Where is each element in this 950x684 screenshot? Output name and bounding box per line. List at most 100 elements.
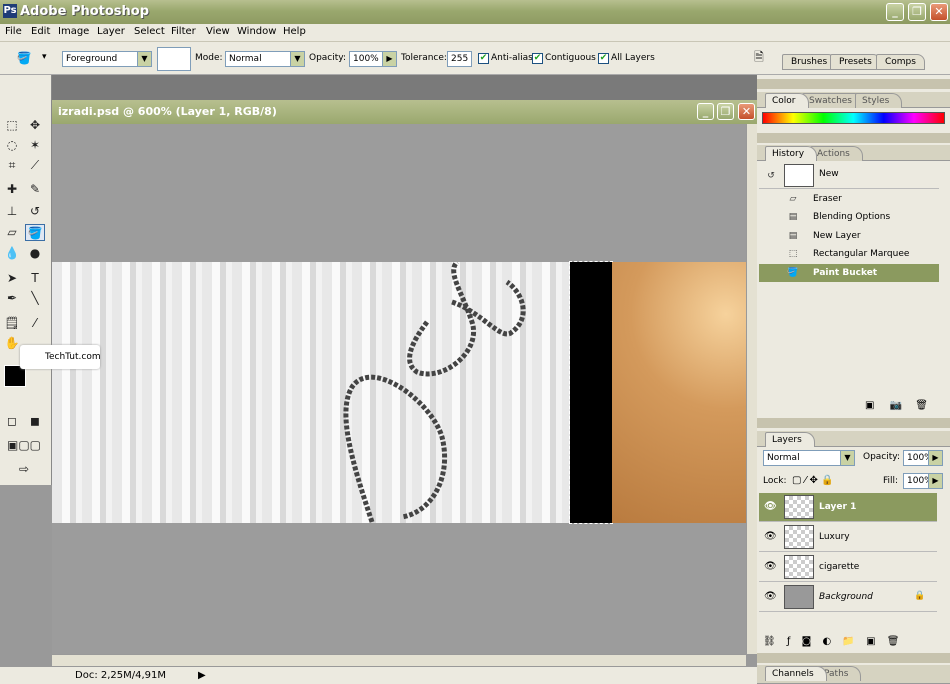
menu-view[interactable]: View	[206, 26, 230, 37]
layer-row-luxury[interactable]: 👁 Luxury	[759, 523, 937, 552]
layer-row-layer-1[interactable]: 👁 Layer 1	[759, 493, 937, 522]
menu-window[interactable]: Window	[237, 26, 276, 37]
horizontal-scrollbar[interactable]	[52, 654, 746, 666]
eyedropper-icon[interactable]: ⁄	[25, 315, 45, 332]
visibility-eye-icon[interactable]: 👁	[764, 591, 777, 602]
layers-panel-grip[interactable]	[757, 418, 950, 428]
history-panel-grip[interactable]	[757, 133, 950, 143]
palette-well-icon[interactable]: 🗎	[749, 49, 769, 66]
preset-dropdown-arrow-icon[interactable]: ▾	[42, 52, 47, 62]
tab-comps[interactable]: Comps	[876, 54, 925, 70]
quick-mask-icon[interactable]: ◼	[25, 413, 45, 430]
marquee-tool-icon[interactable]: ⬚	[2, 117, 22, 134]
new-layer-icon[interactable]: ▣	[866, 636, 875, 647]
status-menu-arrow-icon[interactable]: ▶	[198, 670, 206, 681]
menu-filter[interactable]: Filter	[171, 26, 196, 37]
healing-brush-icon[interactable]: ✚	[2, 181, 22, 198]
adjustment-layer-icon[interactable]: ◐	[823, 636, 832, 647]
color-panel-grip[interactable]	[757, 79, 950, 89]
type-tool-icon[interactable]: T	[25, 270, 45, 287]
layer-style-icon[interactable]: ƒ	[787, 636, 791, 647]
doc-minimize-button[interactable]: _	[697, 103, 714, 120]
new-snapshot-icon[interactable]: 📷	[890, 400, 902, 411]
fill-input[interactable]: 100% ▶	[903, 473, 943, 489]
clone-stamp-icon[interactable]: ⊥	[2, 203, 22, 220]
antialias-checkbox[interactable]: ✔	[478, 53, 489, 64]
screen-mode-icon[interactable]: ▣▢▢	[2, 437, 46, 454]
magic-wand-icon[interactable]: ✶	[25, 137, 45, 154]
link-layers-icon[interactable]: ⛓	[763, 636, 776, 647]
visibility-eye-icon[interactable]: 👁	[764, 561, 777, 572]
brush-tool-icon[interactable]: ✎	[25, 181, 45, 198]
color-ramp[interactable]	[762, 112, 945, 124]
notes-tool-icon[interactable]: 🗒	[2, 315, 22, 332]
menu-image[interactable]: Image	[58, 26, 89, 37]
jump-to-imageready-icon[interactable]: ⇨	[2, 461, 46, 478]
hand-tool-icon[interactable]: ✋	[2, 335, 22, 352]
chevron-down-icon: ▼	[290, 52, 304, 66]
menu-help[interactable]: Help	[283, 26, 306, 37]
vertical-scrollbar[interactable]	[746, 124, 757, 654]
paint-bucket-tool-icon[interactable]: 🪣	[25, 224, 45, 241]
menu-edit[interactable]: Edit	[31, 26, 50, 37]
tab-history[interactable]: History	[765, 146, 818, 161]
new-group-icon[interactable]: 📁	[842, 636, 854, 647]
move-tool-icon[interactable]: ✥	[25, 117, 45, 134]
doc-close-button[interactable]: ✕	[738, 103, 755, 120]
tab-styles[interactable]: Styles	[855, 93, 903, 108]
contiguous-checkbox[interactable]: ✔	[532, 53, 543, 64]
history-snapshot-row[interactable]: ↺ New	[759, 163, 939, 189]
menu-file[interactable]: File	[5, 26, 22, 37]
menu-select[interactable]: Select	[134, 26, 165, 37]
history-item-paint-bucket[interactable]: 🪣 Paint Bucket	[759, 264, 939, 282]
tolerance-input[interactable]: 255	[447, 51, 472, 67]
dodge-tool-icon[interactable]: ●	[25, 245, 45, 262]
blur-tool-icon[interactable]: 💧	[2, 245, 22, 262]
new-document-from-state-icon[interactable]: ▣	[865, 400, 874, 411]
channels-panel-grip[interactable]	[757, 653, 950, 663]
close-button[interactable]: ✕	[930, 3, 948, 21]
lock-options-icon[interactable]: ▢ ⁄ ✥ 🔒	[792, 475, 833, 486]
layer-row-cigarette[interactable]: 👁 cigarette	[759, 553, 937, 582]
line-tool-icon[interactable]: ╲	[25, 290, 45, 307]
tab-actions[interactable]: Actions	[810, 146, 863, 161]
layer-opacity-input[interactable]: 100% ▶	[903, 450, 943, 466]
maximize-button[interactable]: ❐	[908, 3, 926, 21]
layer-row-background[interactable]: 👁 Background 🔒	[759, 583, 937, 612]
history-item-eraser[interactable]: ▱ Eraser	[759, 190, 939, 208]
history-item-new-layer[interactable]: ▤ New Layer	[759, 227, 939, 245]
visibility-eye-icon[interactable]: 👁	[764, 531, 777, 542]
mode-select[interactable]: Normal ▼	[225, 51, 305, 67]
history-item-blending-options[interactable]: ▤ Blending Options	[759, 208, 939, 226]
paint-bucket-preset-icon[interactable]: 🪣	[14, 50, 34, 67]
lasso-tool-icon[interactable]: ◌	[2, 137, 22, 154]
pattern-picker[interactable]	[157, 47, 191, 71]
tab-brushes[interactable]: Brushes	[782, 54, 837, 70]
opacity-input[interactable]: 100% ▶	[349, 51, 397, 67]
all-layers-checkbox[interactable]: ✔	[598, 53, 609, 64]
visibility-eye-icon[interactable]: 👁	[764, 501, 777, 512]
tab-color[interactable]: Color	[765, 93, 809, 108]
blend-mode-select[interactable]: Normal ▼	[763, 450, 855, 466]
path-selection-icon[interactable]: ➤	[2, 270, 22, 287]
canvas[interactable]	[52, 124, 746, 654]
delete-layer-icon[interactable]: 🗑	[887, 636, 900, 647]
layer-mask-icon[interactable]: ◙	[802, 636, 812, 647]
antialias-label: Anti-alias	[491, 53, 533, 63]
history-brush-icon[interactable]: ↺	[25, 203, 45, 220]
menu-layer[interactable]: Layer	[97, 26, 125, 37]
history-brush-source-icon[interactable]: ↺	[764, 170, 778, 182]
doc-maximize-button[interactable]: ❐	[717, 103, 734, 120]
standard-mode-icon[interactable]: ◻	[2, 413, 22, 430]
tab-channels[interactable]: Channels	[765, 666, 827, 681]
crop-tool-icon[interactable]: ⌗	[2, 157, 22, 174]
pen-tool-icon[interactable]: ✒	[2, 290, 22, 307]
slice-tool-icon[interactable]: ⟋	[25, 157, 45, 174]
history-item-rectangular-marquee[interactable]: ⬚ Rectangular Marquee	[759, 245, 939, 263]
minimize-button[interactable]: _	[886, 3, 904, 21]
eraser-tool-icon[interactable]: ▱	[2, 224, 22, 241]
tab-presets[interactable]: Presets	[830, 54, 881, 70]
delete-state-icon[interactable]: 🗑	[915, 400, 928, 411]
tab-layers[interactable]: Layers	[765, 432, 815, 447]
fill-source-select[interactable]: Foreground ▼	[62, 51, 152, 67]
